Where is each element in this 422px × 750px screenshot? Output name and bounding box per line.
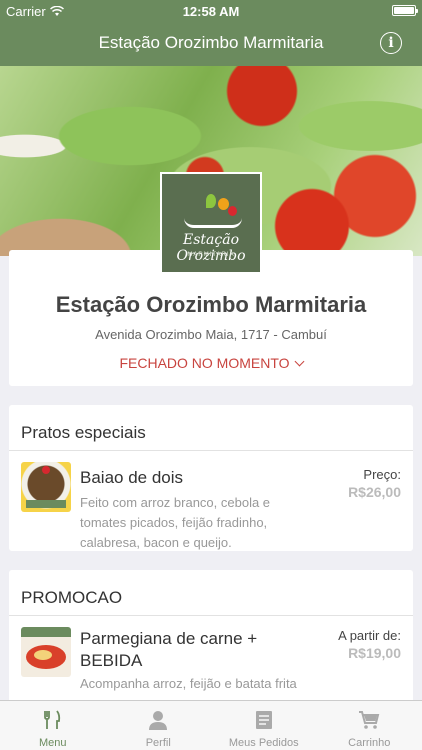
- cart-icon: [359, 711, 380, 729]
- menu-item-parmegiana-de-carne[interactable]: Parmegiana de carne + BEBIDA Acompanha a…: [9, 616, 413, 706]
- menu-section-promocao: PROMOCAO Parmegiana de carne + BEBIDA Ac…: [9, 570, 413, 710]
- logo-text: Estação Orozimbo: [176, 232, 246, 264]
- item-name: Baiao de dois: [80, 468, 184, 487]
- restaurant-name: Estação Orozimbo Marmitaria: [55, 292, 367, 317]
- navigation-bar: Estação Orozimbo Marmitaria i: [0, 22, 422, 66]
- item-price: R$19,00: [348, 645, 401, 661]
- tab-label: Meus Pedidos: [228, 737, 299, 749]
- item-price-label: Preço:: [363, 467, 401, 482]
- menu-item-baiao-de-dois[interactable]: Baiao de dois Feito com arroz branco, ce…: [9, 451, 413, 551]
- item-price: R$26,00: [348, 484, 401, 500]
- tab-menu[interactable]: Menu: [0, 701, 106, 750]
- tab-meus-pedidos[interactable]: Meus Pedidos: [211, 701, 317, 750]
- status-bar: Carrier 12:58 AM: [0, 0, 422, 22]
- battery-icon: [392, 5, 418, 16]
- tab-perfil[interactable]: Perfil: [106, 701, 212, 750]
- item-description: Acompanha arroz, feijão e batata frita: [80, 676, 297, 691]
- tab-label: Menu: [38, 737, 67, 749]
- item-price-label: A partir de:: [338, 628, 401, 643]
- tab-carrinho[interactable]: Carrinho: [317, 701, 422, 750]
- user-icon: [149, 711, 168, 730]
- section-title: PROMOCAO: [21, 588, 123, 607]
- restaurant-address: Avenida Orozimbo Maia, 1717 - Cambuí: [95, 327, 327, 342]
- tab-label: Carrinho: [348, 737, 391, 749]
- fork-knife-icon: [43, 710, 60, 729]
- restaurant-logo: Estação Orozimbo MARMITARIA: [160, 172, 262, 274]
- item-name: Parmegiana de carne + BEBIDA: [80, 629, 258, 670]
- opening-status-toggle[interactable]: FECHADO NO MOMENTO: [0, 355, 422, 371]
- section-title: Pratos especiais: [21, 423, 146, 442]
- tab-bar: Menu Perfil Meus Pedidos Carrinho: [0, 700, 422, 750]
- clock: 12:58 AM: [182, 4, 240, 19]
- chevron-down-icon: [294, 356, 304, 367]
- info-icon[interactable]: i: [380, 32, 402, 54]
- page-title: Estação Orozimbo Marmitaria: [98, 33, 324, 52]
- receipt-icon: [255, 711, 272, 729]
- opening-status-label: FECHADO NO MOMENTO: [119, 355, 290, 371]
- item-description: Feito com arroz branco, cebola e tomates…: [80, 495, 271, 550]
- item-thumbnail: [21, 627, 71, 677]
- tab-label: Perfil: [145, 737, 171, 749]
- menu-section-pratos-especiais: Pratos especiais Baiao de dois Feito com…: [9, 405, 413, 551]
- item-thumbnail: [21, 462, 71, 512]
- logo-subtext: MARMITARIA: [187, 252, 235, 258]
